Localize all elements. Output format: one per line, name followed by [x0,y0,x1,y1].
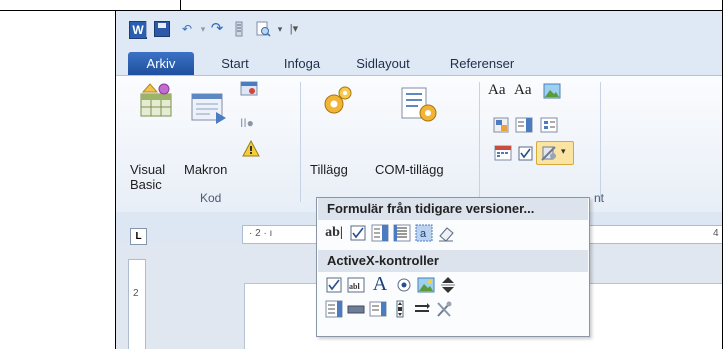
image-icon[interactable] [417,276,435,294]
undo-icon[interactable]: ↶ [179,21,195,37]
legacy-tools-button[interactable]: ▾ [536,141,574,165]
macros-button[interactable]: Makron [184,162,242,177]
group-label-code: Kod [200,191,222,205]
eraser-icon[interactable] [437,224,455,242]
rich-text-control-icon[interactable]: Aa [488,82,506,99]
chevron-down-icon: ▾ [561,146,566,156]
option-button-icon[interactable] [395,276,413,294]
spin-button-icon[interactable] [439,276,457,294]
macro-security-icon[interactable] [242,139,260,163]
svg-text:abl: abl [349,282,360,291]
text-field-icon[interactable]: ab| [321,224,347,242]
group-label-controls: nt [594,191,605,205]
print-preview-icon[interactable] [255,21,271,37]
checkbox-control-icon[interactable] [517,144,535,167]
frame-icon[interactable] [393,224,411,242]
group-separator [300,82,301,202]
quick-access-toolbar: W ↶ ▾ ↷ ▾ |▾ [116,11,722,47]
legacy-tools-dropdown: Formulär från tidigare versioner... ab| … [316,197,590,337]
list-box-icon[interactable] [325,300,343,318]
word-icon[interactable]: W [129,21,147,39]
ruler-marks: · 2 · ı [249,228,273,239]
vertical-ruler[interactable]: 2 [128,259,146,349]
macros-icon[interactable] [190,90,230,129]
addins-button[interactable]: Tillägg [310,162,368,177]
drop-down-list-control-icon[interactable] [540,116,558,139]
combo-box-icon[interactable] [371,224,389,242]
picture-control-icon[interactable] [543,82,561,105]
command-button-icon[interactable] [347,300,365,318]
checkbox-icon[interactable] [325,276,343,294]
tab-selector[interactable]: L [130,228,147,245]
tab-infoga[interactable]: Infoga [274,52,330,75]
tab-referenser[interactable]: Referenser [434,52,530,75]
combo-box-control-icon[interactable] [515,116,533,139]
com-addins-icon[interactable] [400,86,440,129]
tab-sidlayout[interactable]: Sidlayout [342,52,424,75]
dropdown-icon[interactable]: |▾ [286,21,302,37]
word-window: W ↶ ▾ ↷ ▾ |▾ Arkiv Start Infoga Sidlayou… [116,11,722,349]
toggle-button-icon[interactable] [413,300,431,318]
date-picker-control-icon[interactable] [494,144,512,167]
pause-recording-icon[interactable]: II● [240,116,254,130]
building-block-icon[interactable] [492,116,510,139]
combo-box-icon[interactable] [369,300,387,318]
shading-icon[interactable]: a [415,224,433,242]
textbox-icon[interactable]: abl [347,276,365,294]
activex-controls-header: ActiveX-kontroller [318,250,588,272]
more-controls-icon[interactable] [435,300,453,318]
table-border-divider [180,0,181,11]
visual-basic-button[interactable]: Visual Basic [130,162,170,192]
visual-basic-icon[interactable] [137,82,177,123]
checkbox-icon[interactable] [349,224,367,242]
qat-separator [146,21,147,37]
legacy-forms-header: Formulär från tidigare versioner... [318,198,588,220]
legacy-tools-icon [540,144,558,167]
customize-icon[interactable] [231,21,247,37]
ruler-number: 2 [133,288,139,299]
ruler-number: 4 [713,228,719,239]
ribbon: Visual Basic Makron II● Kod Tillägg COM-… [116,75,722,213]
addins-icon[interactable] [320,84,356,125]
group-separator [600,82,601,202]
com-addins-button[interactable]: COM-tillägg [375,162,471,177]
group-separator [479,82,480,202]
redo-icon[interactable]: ↷ [209,21,225,37]
tab-start[interactable]: Start [210,52,260,75]
scroll-bar-icon[interactable] [391,300,409,318]
save-icon[interactable] [154,21,170,37]
ribbon-tabs: Arkiv Start Infoga Sidlayout Referenser [116,47,722,75]
label-icon[interactable]: A [369,273,391,295]
svg-text:a: a [420,228,427,240]
tab-arkiv[interactable]: Arkiv [128,52,194,75]
record-macro-icon[interactable] [240,80,258,103]
plain-text-control-icon[interactable]: Aa [514,82,532,99]
